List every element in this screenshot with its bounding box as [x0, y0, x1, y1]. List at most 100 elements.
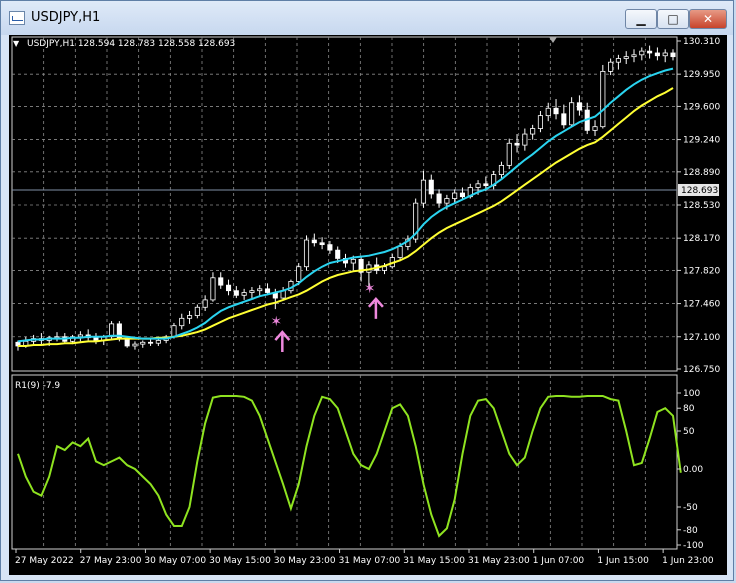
- legend-dropdown-icon[interactable]: ▼: [13, 39, 20, 48]
- bull-candle-body: [241, 292, 247, 296]
- bear-candle-body: [148, 341, 154, 344]
- signal-star-icon: ✶: [364, 281, 376, 297]
- bull-candle-body: [530, 128, 536, 135]
- bull-candle-body: [171, 325, 177, 338]
- bear-candle-body: [327, 244, 333, 251]
- bull-candle-body: [179, 317, 185, 327]
- time-label: 31 May 07:00: [339, 556, 401, 566]
- bear-candle-body: [233, 290, 239, 296]
- window-title: USDJPY,H1: [31, 10, 101, 25]
- candle: [303, 235, 310, 271]
- time-label: 31 May 23:00: [468, 556, 530, 566]
- bull-candle-body: [537, 115, 543, 129]
- indicator-level-label: 100: [683, 389, 700, 399]
- price-chart[interactable]: ✶ ✶ 130.310 129.950 129.600 129.240 128.890 12…: [9, 35, 727, 575]
- bear-candle-body: [647, 50, 653, 54]
- bear-candle-body: [124, 338, 130, 347]
- bear-candle-body: [93, 337, 99, 341]
- bear-candle-body: [561, 113, 567, 126]
- chart-background: [9, 35, 727, 575]
- price-label: 129.240: [683, 136, 720, 146]
- bull-candle-body: [475, 183, 481, 188]
- price-label: 128.170: [683, 234, 720, 244]
- time-label: 1 Jun 15:00: [597, 556, 649, 566]
- bull-candle-body: [155, 340, 161, 344]
- bull-candle-body: [522, 133, 528, 146]
- bull-candle-body: [381, 266, 388, 271]
- bull-candle-body: [249, 290, 255, 293]
- price-label: 128.890: [683, 168, 720, 178]
- bear-candle-body: [335, 249, 341, 259]
- bull-candle-body: [210, 277, 216, 301]
- time-label: 31 May 15:00: [403, 556, 465, 566]
- bull-candle-body: [296, 266, 302, 282]
- bull-candle-body: [506, 142, 512, 166]
- chart-area[interactable]: ✶ ✶ 130.310 129.950 129.600 129.240 128.890 12…: [9, 35, 727, 575]
- bear-candle-body: [311, 239, 317, 244]
- bull-candle-body: [452, 192, 458, 199]
- price-label: 128.530: [683, 201, 720, 211]
- bull-candle-body: [420, 179, 427, 204]
- indicator-level-label: 0.00: [683, 465, 703, 475]
- time-label: 1 Jun 23:00: [662, 556, 714, 566]
- bull-candle-body: [639, 50, 645, 56]
- bull-candle-body: [132, 343, 138, 347]
- bear-candle-body: [428, 179, 434, 195]
- bull-candle-body: [444, 198, 450, 204]
- bull-candle-body: [257, 288, 263, 292]
- bear-candle-body: [225, 284, 232, 292]
- bull-candle-body: [194, 306, 200, 316]
- candle: [600, 64, 606, 129]
- chart-legend: USDJPY,H1 128.594 128.783 128.558 128.69…: [27, 39, 235, 49]
- bear-candle-body: [514, 142, 520, 146]
- bear-candle-body: [319, 242, 325, 246]
- close-button[interactable]: ✕: [689, 9, 727, 29]
- price-label: 127.100: [683, 333, 720, 343]
- bull-candle-body: [608, 61, 614, 72]
- bear-candle-body: [670, 52, 676, 58]
- current-price-label: 128.693: [681, 186, 718, 196]
- price-label: 127.820: [683, 266, 720, 276]
- time-label: 30 May 15:00: [209, 556, 271, 566]
- price-label: 126.750: [683, 365, 720, 375]
- bear-candle-body: [436, 193, 442, 204]
- indicator-level-label: -80: [683, 526, 698, 536]
- bear-candle-body: [218, 277, 224, 286]
- bull-candle-body: [350, 258, 356, 264]
- bull-candle-body: [187, 315, 193, 319]
- indicator-level-label: -50: [683, 503, 698, 513]
- indicator-level-label: 50: [683, 427, 695, 437]
- bull-candle-body: [623, 56, 629, 59]
- bull-candle-body: [662, 52, 668, 57]
- chart-window-icon: [9, 11, 25, 25]
- bull-candle-body: [140, 341, 146, 345]
- bull-candle-body: [592, 126, 598, 131]
- bear-candle-body: [483, 183, 489, 187]
- bull-candle-body: [397, 246, 403, 258]
- time-label: 27 May 2022: [15, 556, 74, 566]
- bear-candle-body: [459, 192, 466, 198]
- indicator-level-label: 80: [683, 404, 695, 414]
- price-label: 129.600: [683, 102, 720, 112]
- price-label: 129.950: [683, 70, 720, 80]
- time-label: 30 May 07:00: [144, 556, 206, 566]
- bear-candle-body: [576, 102, 582, 111]
- signal-star-icon: ✶: [270, 314, 282, 330]
- maximize-button[interactable]: □: [657, 9, 689, 29]
- bull-candle-body: [77, 334, 83, 338]
- bear-candle-body: [654, 52, 660, 57]
- bull-candle-body: [498, 164, 504, 175]
- bear-candle-body: [264, 288, 271, 293]
- indicator-level-label: -100: [683, 541, 704, 551]
- bull-candle-body: [303, 239, 310, 268]
- bull-candle-body: [202, 299, 208, 308]
- chart-window[interactable]: USDJPY,H1 ▁ □ ✕ ✶ ✶ 130.310 129.950 129.600…: [0, 0, 734, 581]
- minimize-button[interactable]: ▁: [625, 9, 657, 29]
- bull-candle-body: [545, 107, 551, 117]
- title-bar[interactable]: USDJPY,H1 ▁ □ ✕: [1, 1, 733, 35]
- time-label: 30 May 23:00: [274, 556, 336, 566]
- time-label: 27 May 23:00: [80, 556, 142, 566]
- candle: [506, 138, 512, 170]
- bull-candle-body: [569, 102, 575, 126]
- price-label: 127.460: [683, 300, 720, 310]
